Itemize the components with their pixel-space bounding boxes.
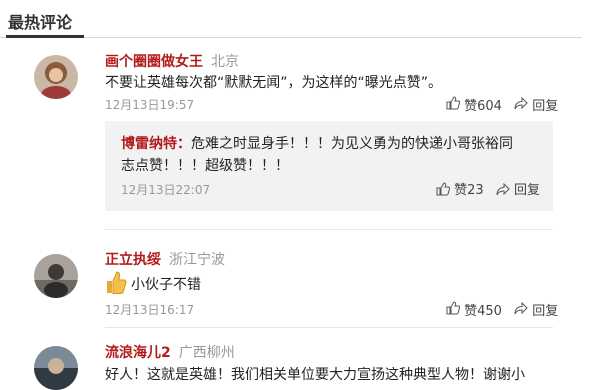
comment-actions: 赞450 回复 (446, 300, 558, 319)
comment-time: 12月13日19:57 (105, 98, 195, 112)
comment-username[interactable]: 流浪海儿2 广西柳州 (105, 342, 235, 362)
like-button[interactable]: 赞450 (446, 300, 502, 319)
divider (105, 229, 553, 230)
comment-item: 画个圈圈做女王 北京 不要让英雄每次都“默默无闻”，为这样的“曝光点赞”。 12月… (0, 37, 582, 212)
reply-like-button[interactable]: 赞23 (436, 182, 488, 198)
username-text[interactable]: 正立执绥 (105, 252, 161, 268)
comment-username[interactable]: 正立执绥 浙江宁波 (105, 249, 225, 269)
share-arrow-icon (514, 96, 528, 110)
like-count: 赞604 (464, 99, 502, 114)
reply-button[interactable]: 回复 (514, 300, 558, 319)
reply-text-line1: 危难之时显身手！！！为见义勇为的快递小哥张裕同 (191, 136, 513, 152)
section-title: 最热评论 (8, 13, 73, 32)
avatar[interactable] (34, 346, 78, 390)
reply-reply-label: 回复 (513, 183, 540, 198)
user-location: 广西柳州 (178, 345, 235, 361)
avatar[interactable] (34, 254, 78, 298)
reply-actions: 赞23 回复 (436, 179, 540, 198)
username-text[interactable]: 流浪海儿2 (105, 345, 171, 361)
thumbs-up-emoji-icon (105, 269, 127, 299)
avatar[interactable] (34, 55, 78, 99)
comment-time: 12月13日16:17 (105, 303, 195, 317)
share-arrow-icon (514, 301, 528, 315)
comment-text: 好人！这就是英雄！我们相关单位要大力宣扬这种典型人物！谢谢小 (105, 367, 525, 383)
like-button[interactable]: 赞604 (446, 95, 502, 114)
comment-item: 流浪海儿2 广西柳州 好人！这就是英雄！我们相关单位要大力宣扬这种典型人物！谢谢小 (0, 330, 582, 390)
thumbs-up-icon (436, 182, 451, 196)
user-location: 浙江宁波 (169, 252, 225, 268)
reply-text-line2: 志点赞！！！超级赞！！！ (121, 158, 289, 174)
reply-label: 回复 (532, 99, 559, 114)
like-count: 赞450 (464, 304, 502, 319)
reply-time: 12月13日22:07 (121, 183, 211, 197)
reply-username[interactable]: 博雷纳特： (121, 136, 191, 152)
reply-reply-button[interactable]: 回复 (496, 182, 540, 198)
thumbs-up-icon (446, 96, 461, 110)
reply-button[interactable]: 回复 (514, 95, 558, 114)
reply-like-count: 赞23 (454, 183, 484, 198)
share-arrow-icon (496, 182, 510, 196)
reply-label: 回复 (532, 304, 559, 319)
thumbs-up-icon (446, 301, 461, 315)
comment-item: 正立执绥 浙江宁波 小伙子不错 12月13日16:17 赞450 回复 (0, 238, 582, 328)
user-location: 北京 (211, 54, 239, 70)
section-header: 最热评论 (0, 0, 582, 38)
comment-username[interactable]: 画个圈圈做女王 北京 (105, 51, 239, 71)
username-text[interactable]: 画个圈圈做女王 (105, 54, 203, 70)
comment-text: 小伙子不错 (131, 277, 201, 293)
comment-text: 不要让英雄每次都“默默无闻”，为这样的“曝光点赞”。 (105, 75, 443, 91)
comment-actions: 赞604 回复 (446, 95, 558, 114)
divider (105, 327, 553, 328)
reply-box: 博雷纳特：危难之时显身手！！！为见义勇为的快递小哥张裕同 志点赞！！！超级赞！！… (105, 121, 553, 211)
